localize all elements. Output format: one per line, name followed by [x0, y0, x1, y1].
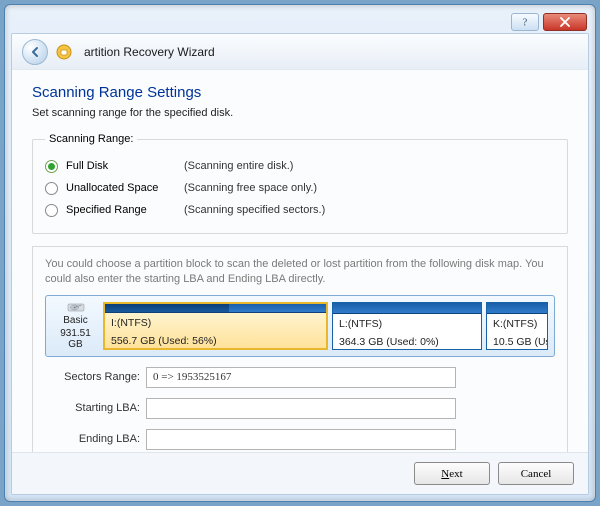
partition-block[interactable]: L:(NTFS) 364.3 GB (Used: 0%) — [332, 302, 482, 350]
page-subhead: Set scanning range for the specified dis… — [32, 107, 568, 119]
partition-name: K:(NTFS) — [487, 314, 547, 331]
usage-bar — [487, 303, 547, 315]
usage-bar — [333, 303, 481, 315]
disk-type-label: Basic — [63, 315, 87, 326]
sectors-range-label: Sectors Range: — [45, 371, 140, 383]
help-button[interactable]: ? — [511, 13, 539, 31]
next-button[interactable]: Next — [414, 462, 490, 485]
option-label: Specified Range — [66, 204, 176, 216]
radio-icon — [45, 182, 58, 195]
option-label: Full Disk — [66, 160, 176, 172]
starting-lba-input[interactable] — [146, 398, 456, 419]
ending-lba-row: Ending LBA: — [45, 429, 555, 450]
option-full-disk[interactable]: Full Disk (Scanning entire disk.) — [45, 155, 555, 177]
option-desc: (Scanning specified sectors.) — [184, 204, 325, 216]
page-body: Scanning Range Settings Set scanning ran… — [12, 70, 588, 469]
app-title: artition Recovery Wizard — [84, 45, 215, 59]
sectors-range-value: 0 => 1953525167 — [146, 367, 456, 388]
partition-block[interactable]: I:(NTFS) 556.7 GB (Used: 56%) — [103, 302, 328, 350]
header-bar: artition Recovery Wizard — [12, 34, 588, 70]
partition-size: 556.7 GB (Used: 56%) — [105, 331, 326, 348]
option-desc: (Scanning entire disk.) — [184, 160, 293, 172]
scanning-range-group: Scanning Range: Full Disk (Scanning enti… — [32, 133, 568, 234]
scanning-range-legend: Scanning Range: — [45, 133, 137, 145]
option-unallocated-space[interactable]: Unallocated Space (Scanning free space o… — [45, 177, 555, 199]
sectors-range-row: Sectors Range: 0 => 1953525167 — [45, 367, 555, 388]
help-icon: ? — [520, 17, 530, 27]
option-label: Unallocated Space — [66, 182, 176, 194]
back-arrow-icon — [28, 45, 42, 59]
partition-block-area: You could choose a partition block to sc… — [32, 246, 568, 469]
page-heading: Scanning Range Settings — [32, 84, 568, 101]
title-bar: ? — [11, 11, 589, 33]
partition-name: I:(NTFS) — [105, 313, 326, 330]
ending-lba-label: Ending LBA: — [45, 433, 140, 445]
radio-icon — [45, 204, 58, 217]
disk-basic-info[interactable]: Basic 931.51 GB — [52, 302, 99, 350]
radio-icon — [45, 160, 58, 173]
back-button[interactable] — [22, 39, 48, 65]
disk-map: Basic 931.51 GB I:(NTFS) 556.7 GB (Used:… — [45, 295, 555, 357]
starting-lba-label: Starting LBA: — [45, 402, 140, 414]
footer: Next Cancel — [12, 452, 588, 494]
ending-lba-input[interactable] — [146, 429, 456, 450]
next-rest: ext — [449, 468, 462, 480]
content-pane: artition Recovery Wizard Scanning Range … — [11, 33, 589, 495]
option-specified-range[interactable]: Specified Range (Scanning specified sect… — [45, 199, 555, 221]
cancel-button[interactable]: Cancel — [498, 462, 574, 485]
wizard-window: ? artition Recovery Wizard Scanning Rang… — [4, 4, 596, 502]
usage-bar — [105, 304, 326, 314]
close-button[interactable] — [543, 13, 587, 31]
partition-size: 364.3 GB (Used: 0%) — [333, 332, 481, 349]
close-icon — [559, 17, 571, 27]
partition-name: L:(NTFS) — [333, 314, 481, 331]
hdd-icon — [59, 302, 93, 313]
disk-size-label: 931.51 GB — [52, 328, 99, 350]
starting-lba-row: Starting LBA: — [45, 398, 555, 419]
partition-size: 10.5 GB (Used — [487, 332, 547, 349]
app-icon — [56, 44, 72, 60]
block-help-text: You could choose a partition block to sc… — [45, 257, 555, 287]
svg-text:?: ? — [523, 18, 528, 28]
option-desc: (Scanning free space only.) — [184, 182, 317, 194]
partition-block[interactable]: K:(NTFS) 10.5 GB (Used — [486, 302, 548, 350]
